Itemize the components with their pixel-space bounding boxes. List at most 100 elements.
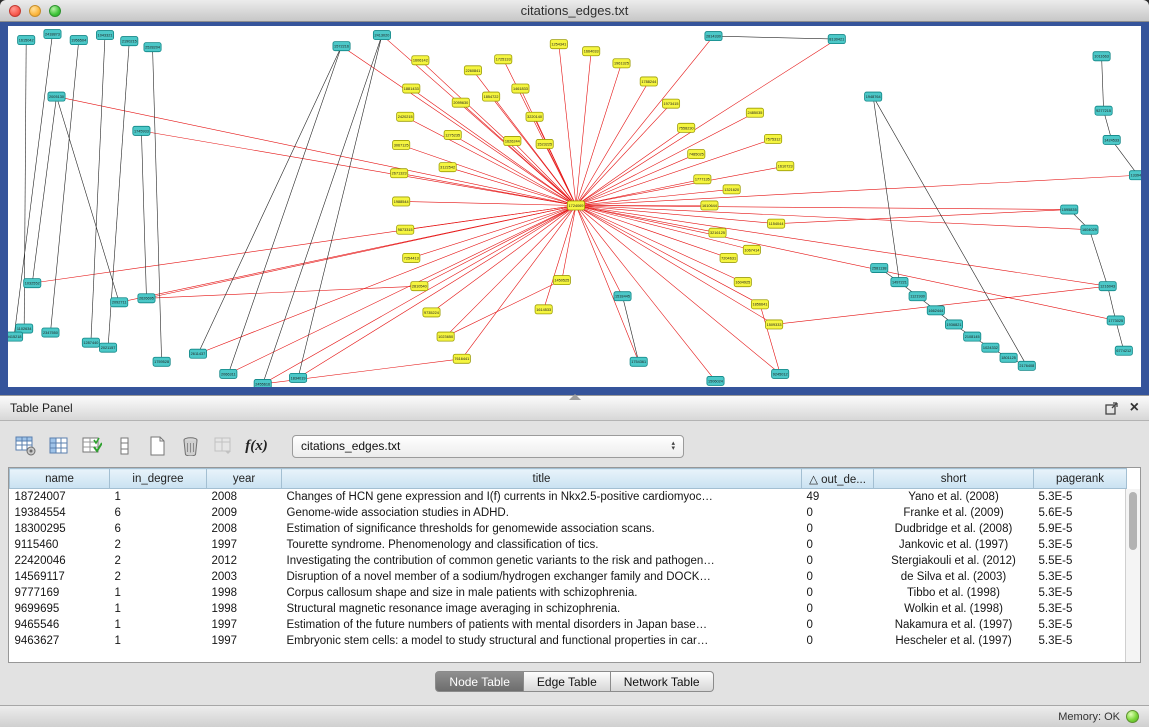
graph-node[interactable]: 1610644 [701, 201, 718, 210]
graph-edge[interactable] [576, 205, 717, 232]
graph-edge[interactable] [50, 40, 78, 332]
graph-node[interactable]: 3216125 [709, 228, 726, 237]
table-cell[interactable]: 1 [110, 585, 207, 601]
graph-edge[interactable] [14, 34, 52, 337]
graph-node[interactable]: 1154044 [768, 219, 785, 228]
table-row[interactable]: 1830029562008Estimation of significance … [10, 521, 1127, 537]
graph-node[interactable]: 2810540 [411, 282, 428, 291]
graph-node[interactable]: 1788244 [640, 77, 657, 86]
tab-node-table[interactable]: Node Table [435, 671, 524, 692]
graph-node[interactable]: 1424533 [1103, 135, 1120, 144]
graph-edge[interactable] [576, 154, 696, 205]
graph-edge[interactable] [342, 46, 576, 205]
graph-node[interactable]: 1043321 [96, 31, 113, 40]
table-cell[interactable]: Changes of HCN gene expression and I(f) … [282, 489, 802, 505]
graph-edge[interactable] [446, 205, 576, 336]
graph-edge[interactable] [401, 201, 576, 205]
table-cell[interactable]: 5.3E-5 [1034, 601, 1127, 617]
table-cell[interactable]: 0 [802, 585, 874, 601]
graph-edge[interactable] [776, 210, 1069, 224]
graph-edge[interactable] [576, 205, 1116, 320]
graph-edge[interactable] [623, 296, 639, 362]
graph-node[interactable]: 1961325 [613, 59, 630, 68]
table-cell[interactable]: Stergiakouli et al. (2012) [874, 553, 1034, 569]
column-header-short[interactable]: short [874, 469, 1034, 489]
graph-node[interactable]: 1497221 [891, 278, 908, 287]
table-cell[interactable]: Embryonic stem cells: a model to study s… [282, 633, 802, 649]
table-cell[interactable]: 0 [802, 569, 874, 585]
close-window-button[interactable] [9, 5, 21, 17]
graph-node[interactable]: 1461833 [512, 84, 529, 93]
graph-node[interactable]: 1011663 [1093, 52, 1110, 61]
graph-node[interactable]: 2260841 [464, 66, 481, 75]
table-cell[interactable]: Tibbo et al. (1998) [874, 585, 1034, 601]
delete-table-button[interactable] [177, 433, 204, 460]
table-row[interactable]: 1872400712008Changes of HCN gene express… [10, 489, 1127, 505]
table-cell[interactable]: Yano et al. (2008) [874, 489, 1034, 505]
network-window-titlebar[interactable]: citations_edges.txt [0, 0, 1149, 22]
graph-node[interactable]: 1595835 [1061, 205, 1078, 214]
table-cell[interactable]: 2008 [207, 489, 282, 505]
graph-edge[interactable] [576, 175, 1138, 205]
graph-node[interactable]: 3067125 [393, 140, 410, 149]
graph-edge[interactable] [576, 205, 743, 282]
graph-node[interactable]: 9277215 [1095, 106, 1112, 115]
table-cell[interactable]: 0 [802, 553, 874, 569]
new-table-button[interactable] [144, 433, 171, 460]
table-cell[interactable]: 5.6E-5 [1034, 505, 1127, 521]
graph-node[interactable]: 1523225 [536, 139, 553, 148]
graph-node[interactable]: 9415218 [8, 332, 23, 341]
graph-node[interactable]: 1626244 [504, 136, 521, 145]
table-cell[interactable]: Franke et al. (2009) [874, 505, 1034, 521]
function-builder-button[interactable]: f(x) [243, 433, 270, 460]
zoom-window-button[interactable] [49, 5, 61, 17]
show-columns-button[interactable] [45, 433, 72, 460]
table-row[interactable]: 977716911998Corpus callosum shape and si… [10, 585, 1127, 601]
graph-node[interactable]: 1834019 [289, 373, 306, 382]
graph-node[interactable]: 1610723 [777, 162, 794, 171]
graph-node[interactable]: 1450525 [553, 276, 570, 285]
table-cell[interactable]: 1998 [207, 585, 282, 601]
graph-node[interactable]: 2176408 [1018, 361, 1035, 370]
graph-edge[interactable] [153, 47, 162, 362]
graph-node[interactable]: 8130421 [828, 35, 845, 44]
graph-node[interactable]: 1745933 [133, 126, 150, 135]
table-scrollbar[interactable] [1125, 489, 1140, 662]
graph-edge[interactable] [576, 205, 1108, 286]
graph-edge[interactable] [576, 205, 780, 373]
graph-node[interactable]: 2108145 [964, 332, 981, 341]
table-cell[interactable]: 2008 [207, 521, 282, 537]
graph-node[interactable]: 1664033 [583, 47, 600, 56]
table-row[interactable]: 946554611997Estimation of the future num… [10, 617, 1127, 633]
graph-edge[interactable] [1112, 140, 1138, 175]
table-row[interactable]: 946362711997Embryonic stem cells: a mode… [10, 633, 1127, 649]
table-cell[interactable]: Investigating the contribution of common… [282, 553, 802, 569]
table-cell[interactable]: Wolkin et al. (1998) [874, 601, 1034, 617]
table-cell[interactable]: 0 [802, 601, 874, 617]
graph-edge[interactable] [576, 205, 774, 324]
table-scrollbar-thumb[interactable] [1129, 492, 1137, 550]
graph-node[interactable]: 1988544 [393, 197, 410, 206]
graph-node[interactable]: 7254413 [403, 253, 420, 262]
table-cell[interactable]: 2 [110, 537, 207, 553]
graph-edge[interactable] [1089, 230, 1107, 286]
graph-node[interactable]: 2455616 [254, 379, 271, 387]
graph-node[interactable]: 6774212 [1115, 346, 1132, 355]
graph-node[interactable]: 2611437 [189, 349, 206, 358]
table-cell[interactable]: Structural magnetic resonance image aver… [282, 601, 802, 617]
table-cell[interactable]: 0 [802, 521, 874, 537]
graph-node[interactable]: 1287440 [82, 338, 99, 347]
table-cell[interactable]: 1 [110, 633, 207, 649]
graph-node[interactable]: 2528204 [144, 43, 161, 52]
graph-node[interactable]: 1724069 [567, 201, 584, 210]
table-cell[interactable]: 2012 [207, 553, 282, 569]
graph-node[interactable]: 2814330 [705, 32, 722, 41]
table-cell[interactable]: Jankovic et al. (1997) [874, 537, 1034, 553]
table-cell[interactable]: 2 [110, 553, 207, 569]
table-cell[interactable]: Corpus callosum shape and size in male p… [282, 585, 802, 601]
create-column-button[interactable] [78, 433, 105, 460]
graph-edge[interactable] [576, 205, 639, 361]
graph-node[interactable]: 2485035 [746, 108, 763, 117]
graph-node[interactable]: 1321620 [723, 185, 740, 194]
table-mode-button[interactable] [12, 433, 39, 460]
